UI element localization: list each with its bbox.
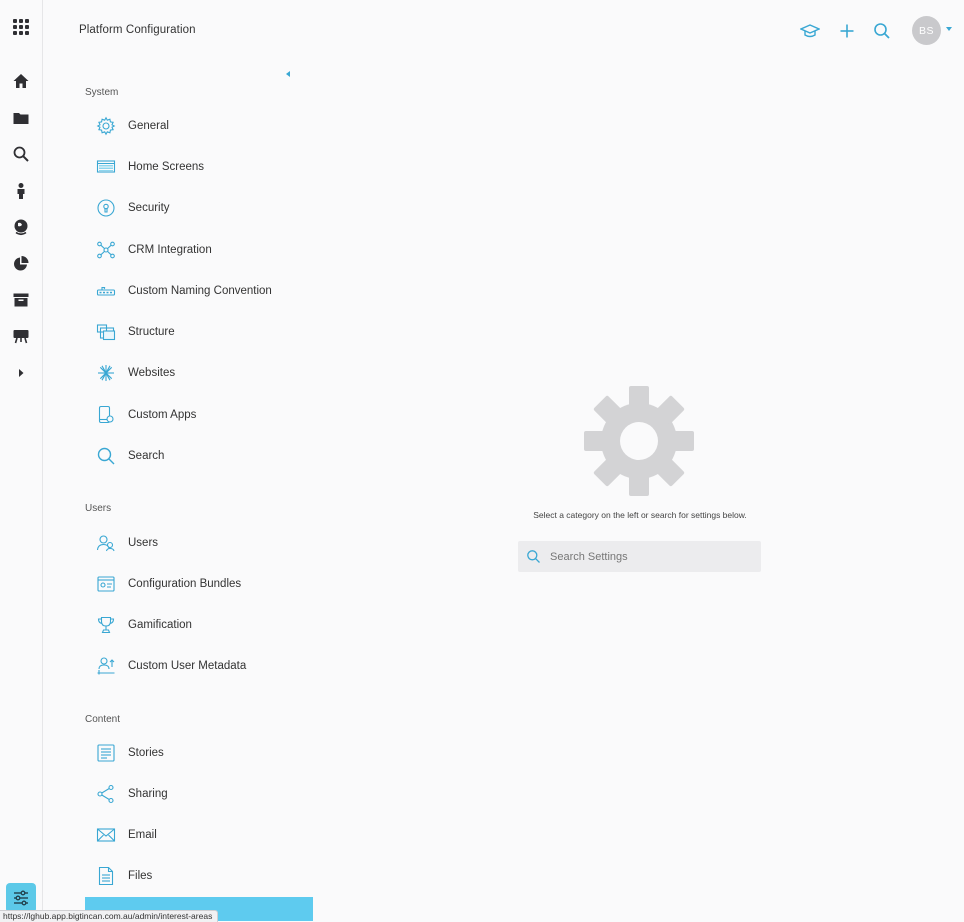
nav-item-custom-user-metadata[interactable]: Custom User Metadata [85,648,313,684]
nav-item-label: Custom User Metadata [128,660,247,672]
home-screens-icon [96,157,116,177]
settings-search[interactable] [518,541,761,572]
nav-item-label: Users [128,537,159,549]
nav-item-custom-apps[interactable]: Custom Apps [85,397,313,433]
person-icon[interactable] [8,178,34,204]
nav-item-email[interactable]: Email [85,817,313,853]
nav-item-label: Sharing [128,788,168,800]
naming-icon [96,281,116,301]
header-search-icon[interactable] [871,20,893,42]
nav-item-label: Stories [128,747,164,759]
globe-icon[interactable] [8,214,34,240]
nav-item-label: Custom Naming Convention [128,285,272,297]
folder-icon[interactable] [8,105,34,131]
share-icon [96,784,116,804]
websites-icon [96,363,116,383]
section-label-users: Users [85,503,112,514]
security-icon [96,198,116,218]
gear-icon [96,116,116,136]
nav-item-crm-integration[interactable]: CRM Integration [85,232,313,268]
nav-item-label: Custom Apps [128,409,197,421]
search-settings-input[interactable] [550,541,750,572]
archive-icon[interactable] [8,287,34,313]
custom-apps-icon [96,405,116,425]
email-icon [96,825,116,845]
nav-item-label: Structure [128,326,175,338]
trophy-icon [96,615,116,635]
expand-arrow-icon[interactable] [8,360,34,386]
avatar-caret-icon[interactable] [946,27,952,31]
settings-sliders-icon[interactable] [6,883,36,913]
nav-item-label: Configuration Bundles [128,578,242,590]
left-rail [0,0,43,921]
nav-item-label: CRM Integration [128,244,212,256]
nav-item-label: Search [128,450,165,462]
bundles-icon [96,574,116,594]
avatar[interactable]: BS [912,16,941,45]
search-icon [527,550,540,563]
status-bar-url: https://lghub.app.bigtincan.com.au/admin… [0,910,219,922]
presentation-icon[interactable] [8,323,34,349]
nav-item-sharing[interactable]: Sharing [85,776,313,812]
pie-chart-icon[interactable] [8,251,34,277]
section-label-content: Content [85,714,121,725]
nav-item-label: Home Screens [128,161,205,173]
nav-item-search[interactable]: Search [85,438,313,474]
nav-item-label: Files [128,870,153,882]
search-icon [96,446,116,466]
nav-item-label: General [128,120,169,132]
nav-item-stories[interactable]: Stories [85,735,313,771]
plus-icon[interactable] [836,20,858,42]
empty-state-hint: Select a category on the left or search … [533,510,747,520]
users-icon [96,533,116,553]
nav-item-home-screens[interactable]: Home Screens [85,149,313,185]
nav-item-files[interactable]: Files [85,858,313,894]
nav-item-label: Email [128,829,157,841]
nav-item-general[interactable]: General [85,108,313,144]
nav-item-structure[interactable]: Structure [85,314,313,350]
home-icon[interactable] [8,68,34,94]
nav-item-label: Gamification [128,619,192,631]
nav-item-label: Security [128,202,170,214]
nav-item-configuration-bundles[interactable]: Configuration Bundles [85,566,313,602]
crm-icon [96,240,116,260]
structure-icon [96,322,116,342]
nav-item-websites[interactable]: Websites [85,355,313,391]
stories-icon [96,743,116,763]
learning-cap-icon[interactable] [799,20,821,42]
collapse-sidebar-icon[interactable] [286,71,290,77]
section-label-system: System [85,87,119,98]
settings-gear-icon [584,386,694,496]
file-icon [96,866,116,886]
nav-item-security[interactable]: Security [85,190,313,226]
nav-item-gamification[interactable]: Gamification [85,607,313,643]
nav-item-users[interactable]: Users [85,525,313,561]
search-icon[interactable] [8,141,34,167]
page-title: Platform Configuration [79,24,196,36]
nav-item-label: Websites [128,367,176,379]
apps-grid-icon[interactable] [8,14,34,40]
metadata-icon [96,656,116,676]
nav-item-custom-naming-convention[interactable]: Custom Naming Convention [85,273,313,309]
